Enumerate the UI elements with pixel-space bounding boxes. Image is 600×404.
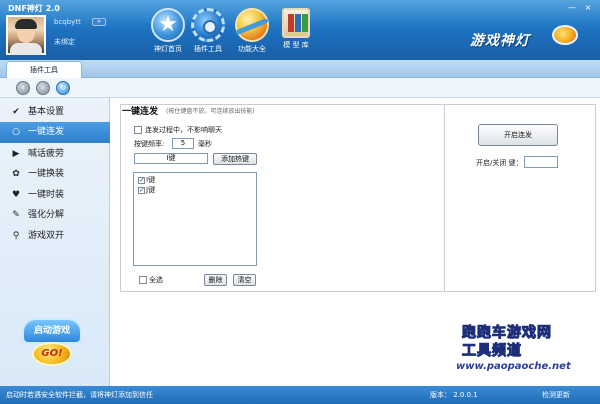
page-hint: (按住键盘不放，可连续放出技能) [166, 108, 255, 115]
wrench-icon: ✎ [12, 210, 20, 220]
avatar[interactable] [6, 15, 46, 55]
triangle-icon: ▶ [12, 149, 20, 159]
sidebar-item-multi-open[interactable]: ⚲ 游戏双开 [0, 226, 110, 247]
sidebar-item-costume[interactable]: ♥ 一键时装 [0, 185, 110, 206]
chat-checkbox[interactable] [134, 126, 142, 134]
app-title: DNF神灯 2.0 [8, 4, 60, 13]
launch-game-label: 启动游戏 [22, 318, 82, 344]
forward-icon[interactable]: › [36, 81, 50, 95]
nav-plugins[interactable]: 插件工具 [186, 8, 230, 56]
nav-home[interactable]: 神灯首页 [146, 8, 190, 56]
tab-plugin-tools[interactable]: 插件工具 [6, 61, 82, 78]
sidebar-item-gear-swap[interactable]: ✿ 一键换装 [0, 164, 110, 185]
dot-icon: ○ [12, 127, 20, 137]
list-item[interactable]: I键 [138, 175, 155, 185]
check-update-link[interactable]: 检测更新 [542, 390, 570, 400]
lamp-logo-icon [552, 25, 578, 45]
add-hotkey-button[interactable]: 添加热键 [213, 153, 257, 165]
status-bar: 启动时若遇安全软件拦截，请将神灯添加到信任 版本： 2.0.0.1 检测更新 [0, 386, 600, 404]
freq-label: 按键频率: [134, 140, 165, 148]
freq-unit: 毫秒 [198, 140, 212, 148]
star-icon [151, 8, 185, 42]
username: bcqbytt [54, 18, 81, 26]
page-title: 一键连发 [122, 107, 159, 117]
status-message: 启动时若遇安全软件拦截，请将神灯添加到信任 [6, 391, 153, 399]
list-item-label: I键 [146, 176, 156, 184]
sidebar-item-label: 强化分解 [28, 210, 65, 220]
start-rapid-fire-button[interactable]: 开启连发 [478, 124, 558, 146]
delete-button[interactable]: 删除 [204, 274, 227, 286]
avatar-hair [15, 19, 37, 29]
list-item-label: J键 [146, 186, 156, 194]
select-all-label: 全选 [149, 276, 163, 284]
gear-icon [191, 8, 225, 42]
tab-strip [0, 60, 600, 78]
sidebar-item-enhance[interactable]: ✎ 强化分解 [0, 205, 110, 226]
toggle-key-label: 开启/关闭 键： [476, 159, 523, 167]
clear-button[interactable]: 清空 [233, 274, 256, 286]
sidebar-item-label: 基本设置 [28, 107, 65, 117]
panel-divider [444, 104, 445, 292]
nav-features-label: 功能大全 [238, 45, 266, 53]
sidebar-item-basic-settings[interactable]: ✔ 基本设置 [0, 102, 110, 123]
close-button[interactable]: × [582, 2, 594, 13]
key-list[interactable]: I键 J键 [133, 172, 257, 266]
watermark-title: 跑跑车游戏网 [462, 325, 552, 342]
browser-toolbar [0, 78, 600, 98]
avatar-shirt [10, 43, 42, 55]
launch-game-button[interactable]: 启动游戏 GO! [22, 318, 82, 368]
bind-status[interactable]: 未绑定 [54, 37, 75, 47]
list-item[interactable]: J键 [138, 185, 155, 195]
search-icon: ⚲ [12, 231, 20, 241]
nav-plugins-label: 插件工具 [194, 45, 222, 53]
watermark-url: www.paopaoche.net [456, 361, 571, 372]
key-input[interactable]: I键 [134, 153, 208, 164]
select-all-checkbox[interactable] [139, 276, 147, 284]
sidebar-item-label: 一键时装 [28, 190, 65, 200]
list-item-checkbox[interactable] [138, 185, 145, 195]
chat-checkbox-label: 连发过程中，不影响聊天 [145, 126, 222, 134]
sidebar-item-label: 一键换装 [28, 169, 65, 179]
refresh-icon[interactable]: ↻ [56, 81, 70, 95]
go-badge: GO! [32, 342, 72, 366]
version-label: 版本： 2.0.0.1 [430, 391, 478, 399]
sidebar-item-label: 一键连发 [28, 127, 65, 137]
watermark-subtitle: 工具频道 [462, 343, 522, 360]
list-item-checkbox[interactable] [138, 175, 145, 185]
library-icon [282, 8, 310, 38]
paw-icon: ✿ [12, 169, 20, 179]
minimize-button[interactable]: — [566, 2, 578, 13]
sidebar-item-label: 喊话疲劳 [28, 149, 65, 159]
user-expand-button[interactable]: » [92, 18, 106, 26]
sidebar-item-shout-fatigue[interactable]: ▶ 喊话疲劳 [0, 144, 110, 165]
toggle-key-input[interactable] [524, 156, 558, 168]
sidebar-item-rapid-fire[interactable]: ○ 一键连发 [0, 122, 110, 143]
check-icon: ✔ [12, 107, 20, 117]
nav-models-label: 模 型 库 [283, 41, 309, 49]
back-icon[interactable]: ‹ [16, 81, 30, 95]
heart-icon: ♥ [11, 190, 21, 200]
freq-input[interactable]: 5 [172, 138, 194, 149]
sidebar-item-label: 游戏双开 [28, 231, 65, 241]
title-bar: DNF神灯 2.0 — × bcqbytt » 未绑定 神灯首页 插件工具 功能… [0, 0, 600, 60]
nav-features[interactable]: 功能大全 [230, 8, 274, 56]
ball-icon [235, 8, 269, 42]
brand-logo-text: 游戏神灯 [470, 33, 530, 49]
nav-models[interactable]: 模 型 库 [274, 8, 318, 56]
nav-home-label: 神灯首页 [154, 45, 182, 53]
